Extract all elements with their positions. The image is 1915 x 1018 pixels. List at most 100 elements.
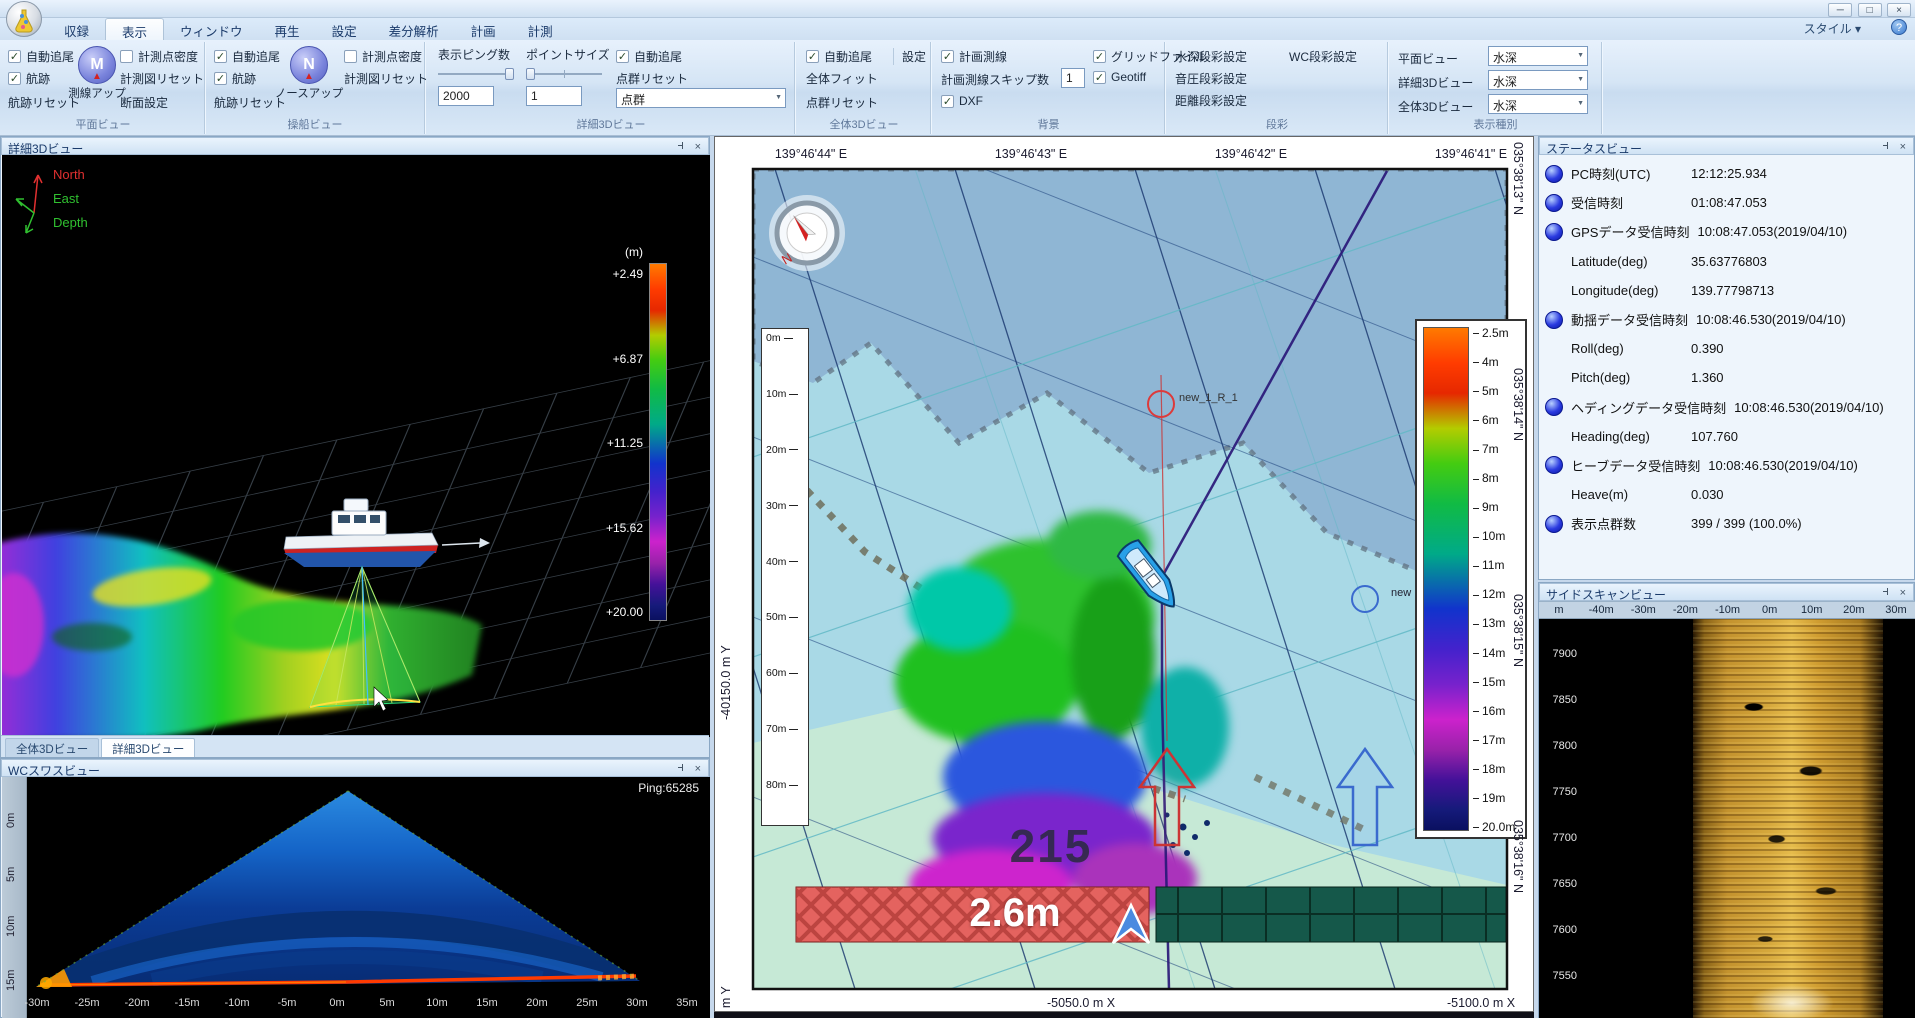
map-bottom-strip — [714, 1012, 1534, 1018]
minimize-button[interactable]: ─ — [1828, 3, 1852, 17]
status-value: 10:08:46.530(2019/04/10) — [1726, 400, 1884, 415]
tab-display[interactable]: 表示 — [105, 18, 164, 40]
wc-shading-button[interactable]: WC段彩設定 — [1289, 48, 1357, 65]
point-density-checkbox[interactable]: 計測点密度 — [120, 48, 198, 65]
fit-all-button[interactable]: 全体フィット — [806, 70, 878, 87]
auto-follow-checkbox[interactable]: ✓自動追尾 — [616, 48, 682, 65]
close-button[interactable]: × — [1887, 3, 1911, 17]
status-row: 受信時刻 01:08:47.053 — [1539, 188, 1915, 217]
pin-icon[interactable] — [1881, 587, 1891, 600]
depth-ruler-tick: 30m — [766, 498, 798, 514]
ping-count-label: 表示ピング数 — [438, 46, 510, 63]
north-up-button[interactable]: N▲ ノースアップ — [272, 46, 346, 101]
wc-x-tick: 0m — [317, 997, 357, 1009]
checkbox-icon: ✓ — [941, 95, 954, 108]
ping-count-slider[interactable] — [438, 68, 514, 80]
section-settings-button[interactable]: 断面設定 — [120, 94, 168, 111]
dxf-checkbox[interactable]: ✓DXF — [941, 94, 983, 108]
settings-button[interactable]: 設定 — [893, 48, 926, 65]
legend-tick: 8m — [1473, 468, 1515, 488]
tab-diff-analysis[interactable]: 差分解析 — [373, 18, 455, 40]
pin-icon[interactable] — [676, 141, 686, 154]
track-checkbox[interactable]: ✓航跡 — [8, 70, 50, 87]
ruler-tick: -30m — [1625, 602, 1661, 618]
ruler-tick: -10m — [1710, 602, 1746, 618]
checkbox-icon: ✓ — [214, 50, 227, 63]
wc-viewport[interactable] — [2, 777, 710, 1018]
status-label: Pitch(deg) — [1571, 370, 1683, 385]
cloud-reset-button[interactable]: 点群リセット — [806, 94, 878, 111]
distance-shading-button[interactable]: 距離段彩設定 — [1175, 92, 1247, 109]
depth-shading-button[interactable]: 水深段彩設定 — [1175, 48, 1247, 65]
cloud-reset-button[interactable]: 点群リセット — [616, 70, 688, 87]
help-icon[interactable]: ? — [1891, 19, 1907, 35]
tab-settings[interactable]: 設定 — [316, 18, 373, 40]
depth-ruler-tick: 20m — [766, 442, 798, 458]
point-density-checkbox[interactable]: 計測点密度 — [344, 48, 422, 65]
latitude-labels: 035°38'13" N035°38'14" N035°38'15" N035°… — [1511, 142, 1525, 970]
cloud-type-select[interactable]: 点群▼ — [616, 88, 786, 108]
point-size-label: ポイントサイズ — [526, 46, 610, 63]
pin-icon[interactable] — [1881, 141, 1891, 154]
chevron-down-icon: ▼ — [775, 94, 782, 101]
survey-map-reset-button[interactable]: 計測図リセット — [120, 70, 204, 87]
sidescan-waterfall — [1693, 619, 1883, 1018]
longitude-label: 139°46'43" E — [961, 147, 1101, 161]
app-menu-button[interactable] — [6, 1, 42, 37]
tab-plan[interactable]: 計画 — [455, 18, 512, 40]
plane-view-select[interactable]: 水深▼ — [1488, 46, 1588, 66]
auto-follow-checkbox[interactable]: ✓自動追尾 — [806, 48, 872, 65]
track-checkbox[interactable]: ✓航跡 — [214, 70, 256, 87]
close-icon[interactable]: × — [1900, 141, 1906, 153]
tab-window[interactable]: ウィンドウ — [164, 18, 259, 40]
pressure-shading-button[interactable]: 音圧段彩設定 — [1175, 70, 1247, 87]
status-row: Longitude(deg) 139.77798713 — [1539, 276, 1915, 305]
checkbox-icon: ✓ — [1093, 71, 1106, 84]
north-up-icon: N▲ — [290, 46, 328, 84]
survey-map-reset-button[interactable]: 計測図リセット — [344, 70, 428, 87]
plan-line-checkbox[interactable]: ✓計画測線 — [941, 48, 1007, 65]
detail3d-view-select[interactable]: 水深▼ — [1488, 70, 1588, 90]
close-icon[interactable]: × — [1900, 587, 1906, 599]
point-size-slider[interactable] — [526, 68, 602, 80]
close-icon[interactable]: × — [695, 141, 701, 153]
wc-x-tick: 20m — [517, 997, 557, 1009]
status-rows: PC時刻(UTC) 12:12:25.934 受信時刻 01:08:47.053… — [1539, 159, 1915, 538]
wc-x-tick: -25m — [67, 997, 107, 1009]
geotiff-checkbox[interactable]: ✓Geotiff — [1093, 70, 1146, 84]
point-size-input[interactable] — [526, 86, 582, 106]
plan-line-skip-input[interactable] — [1061, 68, 1085, 88]
ribbon: ✓自動追尾 ✓航跡 航跡リセット M▲ 測線アップ 計測点密度 計測図リセット … — [0, 40, 1915, 136]
ping-count-input[interactable] — [438, 86, 494, 106]
whole3d-view-select[interactable]: 水深▼ — [1488, 94, 1588, 114]
legend-tick: 15m — [1473, 672, 1515, 692]
status-value: 10:08:47.053(2019/04/10) — [1689, 224, 1847, 239]
status-label: GPSデータ受信時刻 — [1571, 222, 1689, 241]
chevron-down-icon: ▼ — [1577, 52, 1584, 59]
tab-measure[interactable]: 計測 — [512, 18, 569, 40]
sidescan-viewport[interactable] — [1539, 619, 1915, 1018]
status-value: 35.63776803 — [1683, 254, 1767, 269]
tab-replay[interactable]: 再生 — [259, 18, 316, 40]
tab-record[interactable]: 収録 — [48, 18, 105, 40]
checkbox-icon: ✓ — [8, 72, 21, 85]
style-menu[interactable]: スタイル ▾ — [1804, 20, 1861, 37]
x-coordinate-label: -5050.0 m X — [1001, 996, 1161, 1010]
sidescan-panel-header: サイドスキャンビュー × — [1539, 583, 1914, 601]
window-controls: ─ □ × — [1826, 2, 1911, 17]
axis-label-north: North — [53, 167, 85, 182]
heading-readout: 215 — [996, 819, 1106, 873]
plan-view-panel[interactable]: N 0m10m20m30m40m50m60m70m80m 2.5m4m5m6m7… — [714, 136, 1534, 1012]
whole3d-view-label: 全体3Dビュー — [1398, 98, 1473, 115]
wc-x-ticks: -30m-25m-20m-15m-10m-5m0m5m10m15m20m25m3… — [17, 997, 707, 1009]
pin-icon[interactable] — [676, 763, 686, 776]
tab-detail3d-view[interactable]: 詳細3Dビュー — [101, 738, 195, 757]
maximize-button[interactable]: □ — [1858, 3, 1882, 17]
colorbar-tick: +11.25 — [561, 434, 643, 452]
checkbox-icon: ✓ — [8, 50, 21, 63]
range-label: 7700 — [1541, 832, 1577, 848]
close-icon[interactable]: × — [695, 763, 701, 775]
range-label: 7750 — [1541, 786, 1577, 802]
auto-follow-checkbox[interactable]: ✓自動追尾 — [214, 48, 280, 65]
tab-whole3d-view[interactable]: 全体3Dビュー — [5, 738, 99, 757]
